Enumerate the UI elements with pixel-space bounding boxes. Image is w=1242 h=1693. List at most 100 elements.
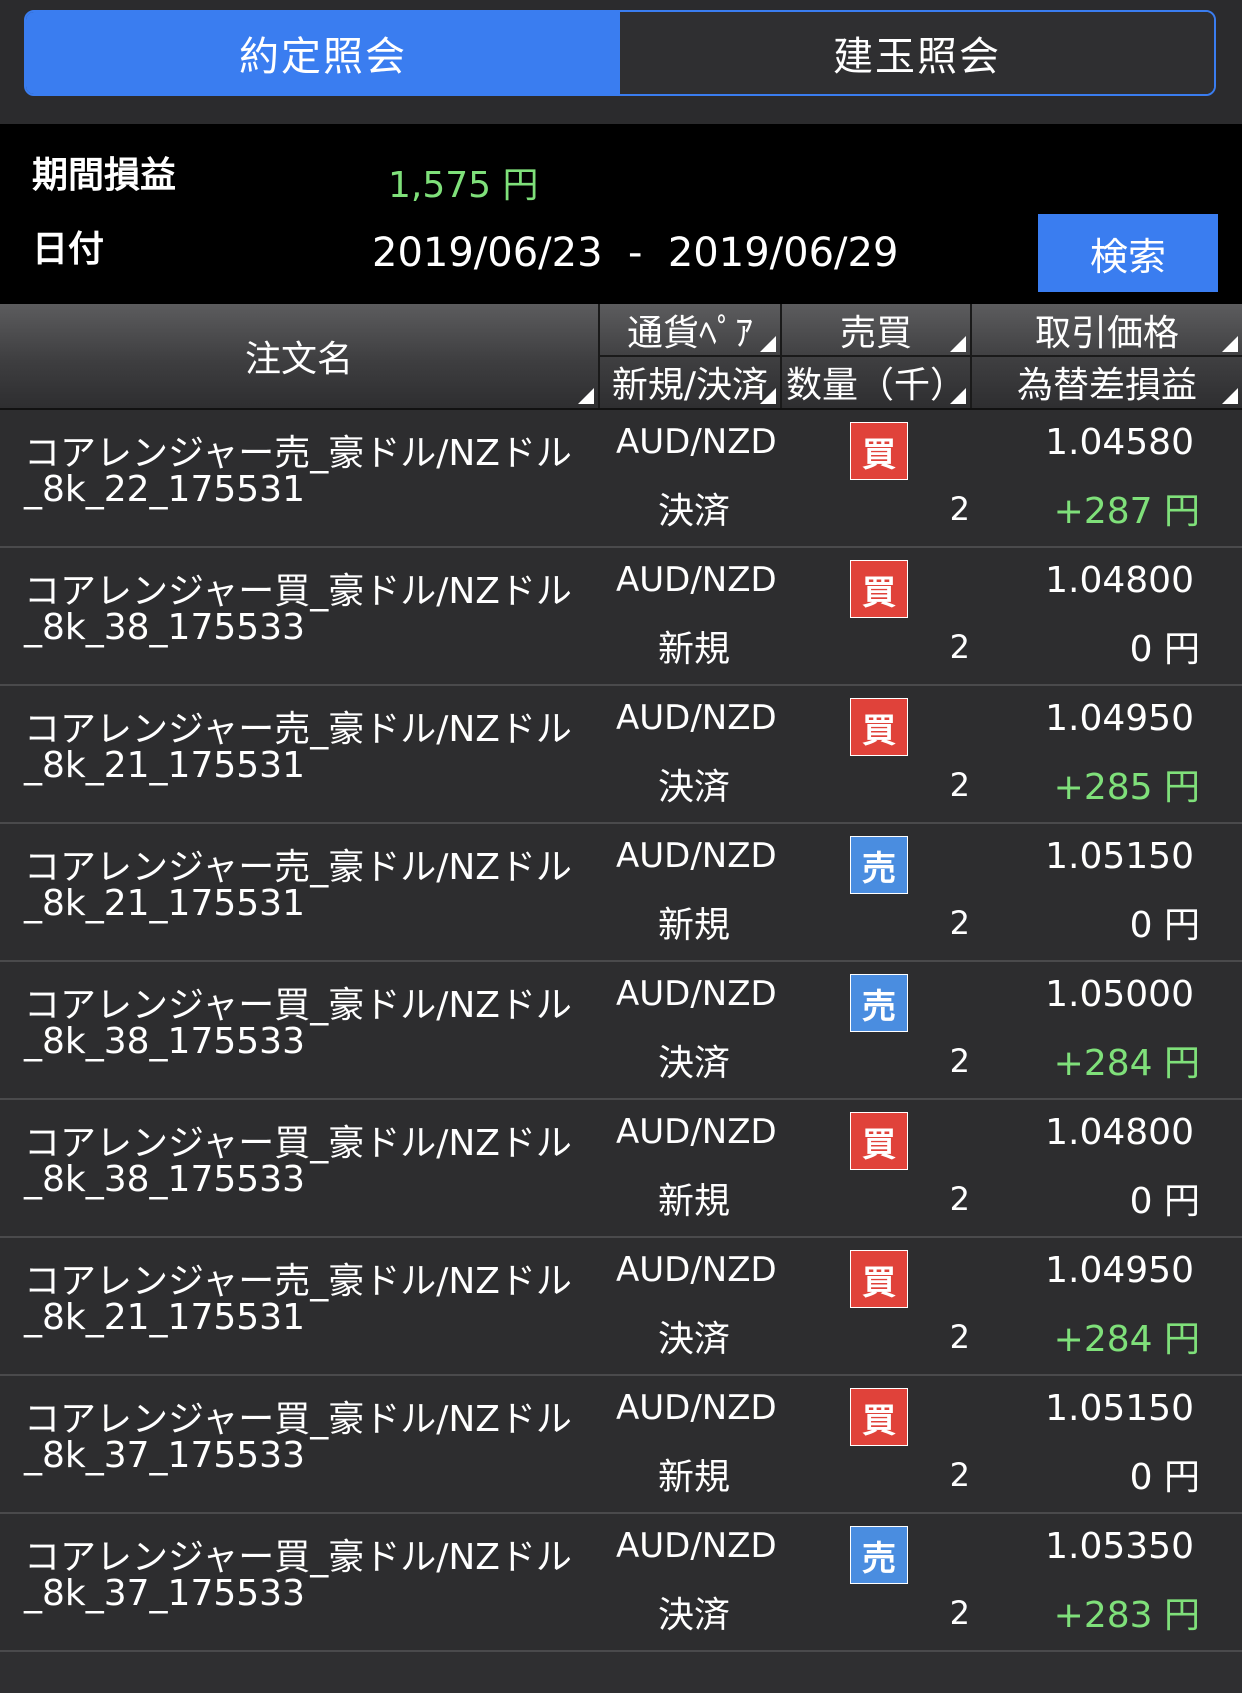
order-name: コアレンジャー買_豪ドル/NZドル_8k_38_175533	[24, 1123, 572, 1200]
trade-price: 1.05150	[1045, 836, 1194, 877]
header-currency-pair-label: 通貨ﾍﾟｱ	[626, 313, 753, 354]
fx-pnl: 0 円	[1129, 1457, 1200, 1498]
buy-badge: 買	[850, 1388, 908, 1446]
execution-list: コアレンジャー売_豪ドル/NZドル_8k_22_175531 AUD/NZD 決…	[0, 410, 1242, 1652]
quantity: 2	[949, 904, 970, 942]
sort-indicator-icon	[578, 388, 594, 404]
header-buy-sell[interactable]: 売買	[782, 304, 970, 356]
table-row[interactable]: コアレンジャー売_豪ドル/NZドル_8k_21_175531 AUD/NZD 決…	[0, 686, 1242, 824]
trade-type: 決済	[658, 491, 731, 532]
header-fx-pnl-label: 為替差損益	[1016, 365, 1197, 406]
currency-pair: AUD/NZD	[616, 1388, 777, 1428]
sell-badge: 売	[850, 974, 908, 1032]
quantity: 2	[949, 1042, 970, 1080]
header-row-divider	[600, 355, 1242, 357]
trade-price: 1.05350	[1045, 1526, 1194, 1567]
table-header: 注文名 通貨ﾍﾟｱ 新規/決済 売買 数量（千） 取引価格 為替差損益	[0, 304, 1242, 410]
quantity: 2	[949, 1318, 970, 1356]
footer-bar	[0, 1652, 1242, 1693]
sort-indicator-icon	[950, 336, 966, 352]
summary-panel: 期間損益 1,575 円 日付 2019/06/23 - 2019/06/29 …	[0, 124, 1242, 304]
order-name: コアレンジャー売_豪ドル/NZドル_8k_22_175531	[24, 433, 572, 510]
table-row[interactable]: コアレンジャー買_豪ドル/NZドル_8k_38_175533 AUD/NZD 新…	[0, 548, 1242, 686]
fx-pnl: 0 円	[1129, 1181, 1200, 1222]
fx-pnl: +284 円	[1053, 1043, 1200, 1084]
order-name: コアレンジャー買_豪ドル/NZドル_8k_38_175533	[24, 571, 572, 648]
trade-type: 決済	[658, 1595, 731, 1636]
tab-execution-inquiry[interactable]: 約定照会	[26, 12, 620, 94]
sell-badge: 売	[850, 1526, 908, 1584]
header-price-label: 取引価格	[1034, 313, 1179, 354]
table-row[interactable]: コアレンジャー売_豪ドル/NZドル_8k_21_175531 AUD/NZD 決…	[0, 1238, 1242, 1376]
buy-badge: 買	[850, 560, 908, 618]
trade-type: 新規	[658, 629, 731, 670]
header-new-settle-label: 新規/決済	[611, 365, 769, 406]
header-new-settle[interactable]: 新規/決済	[600, 356, 780, 408]
header-order-name[interactable]: 注文名	[0, 304, 598, 408]
header-currency-pair[interactable]: 通貨ﾍﾟｱ	[600, 304, 780, 356]
quantity: 2	[949, 1180, 970, 1218]
currency-pair: AUD/NZD	[616, 1112, 777, 1152]
header-order-name-label: 注文名	[244, 339, 353, 380]
buy-badge: 買	[850, 1250, 908, 1308]
header-buy-sell-label: 売買	[839, 313, 912, 354]
trade-type: 新規	[658, 1181, 731, 1222]
header-quantity[interactable]: 数量（千）	[782, 356, 970, 408]
table-row[interactable]: コアレンジャー買_豪ドル/NZドル_8k_38_175533 AUD/NZD 新…	[0, 1100, 1242, 1238]
sell-badge: 売	[850, 836, 908, 894]
currency-pair: AUD/NZD	[616, 1250, 777, 1290]
table-row[interactable]: コアレンジャー売_豪ドル/NZドル_8k_21_175531 AUD/NZD 新…	[0, 824, 1242, 962]
table-row[interactable]: コアレンジャー買_豪ドル/NZドル_8k_38_175533 AUD/NZD 決…	[0, 962, 1242, 1100]
currency-pair: AUD/NZD	[616, 698, 777, 738]
order-name: コアレンジャー買_豪ドル/NZドル_8k_38_175533	[24, 985, 572, 1062]
table-row[interactable]: コアレンジャー売_豪ドル/NZドル_8k_22_175531 AUD/NZD 決…	[0, 410, 1242, 548]
trade-price: 1.04800	[1045, 1112, 1194, 1153]
period-pl-value: 1,575 円	[388, 165, 539, 206]
date-label: 日付	[32, 229, 105, 270]
order-name: コアレンジャー売_豪ドル/NZドル_8k_21_175531	[24, 1261, 572, 1338]
trade-price: 1.05000	[1045, 974, 1194, 1015]
fx-pnl: +287 円	[1053, 491, 1200, 532]
fx-pnl: +285 円	[1053, 767, 1200, 808]
tab-bar: 約定照会 建玉照会	[0, 0, 1242, 124]
trade-price: 1.04950	[1045, 698, 1194, 739]
table-row[interactable]: コアレンジャー買_豪ドル/NZドル_8k_37_175533 AUD/NZD 新…	[0, 1376, 1242, 1514]
period-pl-label: 期間損益	[32, 155, 177, 196]
trade-price: 1.04800	[1045, 560, 1194, 601]
order-name: コアレンジャー売_豪ドル/NZドル_8k_21_175531	[24, 847, 572, 924]
trade-type: 決済	[658, 767, 731, 808]
sort-indicator-icon	[760, 388, 776, 404]
fx-pnl: 0 円	[1129, 629, 1200, 670]
currency-pair: AUD/NZD	[616, 974, 777, 1014]
quantity: 2	[949, 766, 970, 804]
sort-indicator-icon	[760, 336, 776, 352]
currency-pair: AUD/NZD	[616, 422, 777, 462]
header-price[interactable]: 取引価格	[972, 304, 1242, 356]
header-quantity-label: 数量（千）	[785, 365, 966, 406]
quantity: 2	[949, 1456, 970, 1494]
buy-badge: 買	[850, 422, 908, 480]
table-row[interactable]: コアレンジャー買_豪ドル/NZドル_8k_37_175533 AUD/NZD 決…	[0, 1514, 1242, 1652]
trade-price: 1.05150	[1045, 1388, 1194, 1429]
fx-pnl: 0 円	[1129, 905, 1200, 946]
sort-indicator-icon	[1222, 388, 1238, 404]
order-name: コアレンジャー買_豪ドル/NZドル_8k_37_175533	[24, 1399, 572, 1476]
tab-position-inquiry[interactable]: 建玉照会	[620, 12, 1214, 94]
search-button[interactable]: 検索	[1038, 214, 1218, 292]
header-fx-pnl[interactable]: 為替差損益	[972, 356, 1242, 408]
segmented-control: 約定照会 建玉照会	[24, 10, 1216, 96]
quantity: 2	[949, 490, 970, 528]
trade-price: 1.04950	[1045, 1250, 1194, 1291]
buy-badge: 買	[850, 698, 908, 756]
trade-price: 1.04580	[1045, 422, 1194, 463]
quantity: 2	[949, 1594, 970, 1632]
currency-pair: AUD/NZD	[616, 836, 777, 876]
trade-type: 決済	[658, 1043, 731, 1084]
fx-pnl: +283 円	[1053, 1595, 1200, 1636]
currency-pair: AUD/NZD	[616, 1526, 777, 1566]
date-range[interactable]: 2019/06/23 - 2019/06/29	[372, 230, 898, 276]
trade-type: 新規	[658, 905, 731, 946]
sort-indicator-icon	[1222, 336, 1238, 352]
buy-badge: 買	[850, 1112, 908, 1170]
quantity: 2	[949, 628, 970, 666]
